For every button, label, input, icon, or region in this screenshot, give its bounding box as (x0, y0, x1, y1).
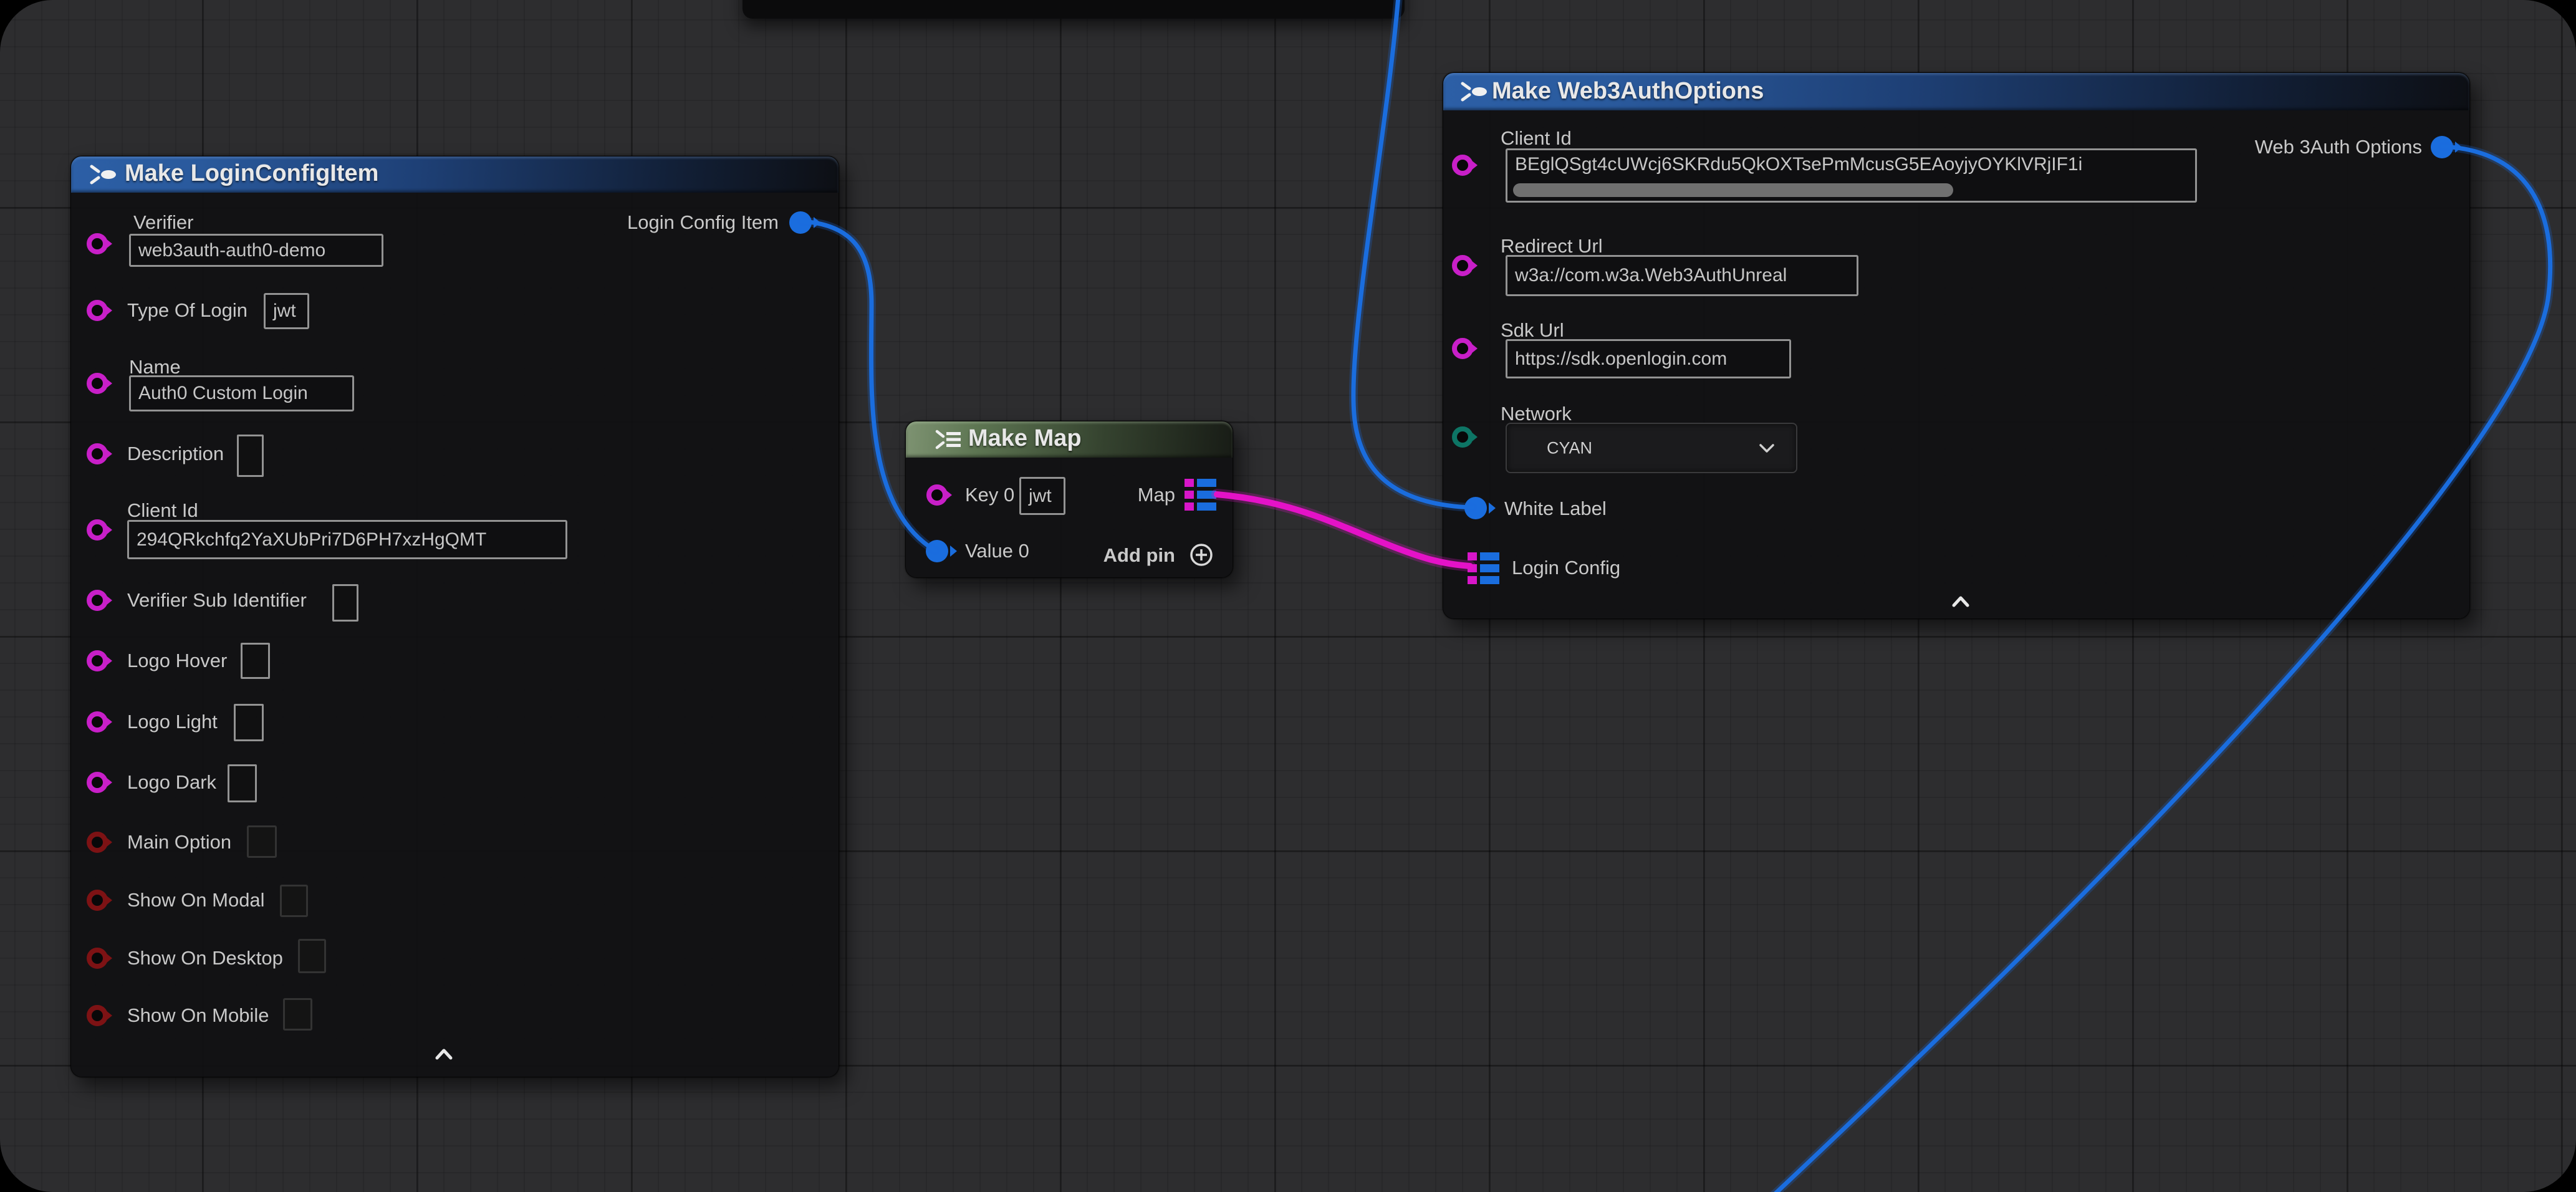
chevron-down-icon (1759, 443, 1775, 453)
blueprint-editor-screenshot: { "colors": { "wire_blue": "#1a6dde", "w… (0, 0, 2576, 1192)
pin-show-on-desktop[interactable] (87, 948, 108, 969)
pin-login-config-item-output[interactable] (789, 211, 812, 234)
node-title: Make Map (968, 425, 1082, 452)
pin-label-client-id: Client Id (1501, 126, 1572, 151)
network-dropdown-value: CYAN (1547, 438, 1592, 458)
node-header[interactable]: Make Map (906, 421, 1233, 458)
key-0-textbox[interactable]: jwt (1019, 477, 1065, 515)
pin-label-main-option: Main Option (127, 830, 231, 855)
graph-canvas[interactable]: Make LoginConfigItem Verifier web3auth-a… (0, 0, 2576, 1192)
client-id-textbox[interactable]: 294QRkchfq2YaXUbPri7D6PH7xzHgQMT (127, 520, 567, 559)
main-option-checkbox[interactable] (247, 825, 277, 858)
pin-label-verifier-sub-identifier: Verifier Sub Identifier (127, 588, 307, 613)
show-on-desktop-checkbox[interactable] (298, 939, 326, 973)
sdk-url-textbox[interactable]: https://sdk.openlogin.com (1506, 339, 1791, 378)
node-title: Make LoginConfigItem (125, 160, 378, 187)
pin-label-logo-light: Logo Light (127, 709, 218, 734)
pin-logo-light[interactable] (87, 711, 108, 733)
pin-value-0[interactable] (926, 540, 948, 562)
pin-label-verifier: Verifier (133, 210, 193, 235)
pin-client-id[interactable] (87, 519, 108, 541)
pin-redirect-url[interactable] (1452, 255, 1473, 276)
make-struct-icon (1459, 81, 1488, 105)
offscreen-node-bottom[interactable] (743, 0, 1405, 19)
pin-label-value-0: Value 0 (965, 539, 1029, 564)
pin-label-client-id: Client Id (127, 498, 198, 523)
pin-show-on-mobile[interactable] (87, 1005, 108, 1026)
pin-key-0[interactable] (926, 484, 948, 506)
logo-light-textbox[interactable] (234, 704, 264, 741)
pin-logo-hover[interactable] (87, 650, 108, 671)
pin-label-logo-dark: Logo Dark (127, 770, 216, 795)
network-dropdown[interactable]: CYAN (1506, 423, 1797, 473)
pin-label-show-on-modal: Show On Modal (127, 888, 265, 913)
node-header[interactable]: Make Web3AuthOptions (1443, 73, 2469, 110)
pin-label-white-label: White Label (1504, 496, 1607, 521)
pin-logo-dark[interactable] (87, 772, 108, 793)
pin-label-show-on-desktop: Show On Desktop (127, 946, 283, 971)
add-pin-label[interactable]: Add pin (1103, 543, 1175, 568)
description-textbox[interactable] (237, 435, 264, 477)
pin-label-key-0: Key 0 (965, 483, 1014, 507)
node-header[interactable]: Make LoginConfigItem (71, 156, 839, 193)
pin-main-option[interactable] (87, 832, 108, 853)
pin-verifier-sub-identifier[interactable] (87, 590, 108, 611)
pin-white-label[interactable] (1464, 497, 1487, 519)
pin-label-logo-hover: Logo Hover (127, 648, 227, 673)
pin-network[interactable] (1452, 426, 1473, 448)
pin-login-config[interactable] (1468, 552, 1499, 584)
pin-label-show-on-mobile: Show On Mobile (127, 1003, 269, 1028)
collapse-chevron-icon[interactable] (435, 1048, 453, 1064)
pin-label-description: Description (127, 441, 224, 466)
pin-label-type-of-login: Type Of Login (127, 298, 248, 323)
pin-verifier[interactable] (87, 233, 108, 254)
name-textbox[interactable]: Auth0 Custom Login (129, 375, 354, 411)
make-map-icon (935, 429, 962, 453)
node-title: Make Web3AuthOptions (1492, 78, 1764, 105)
logo-hover-textbox[interactable] (241, 643, 270, 679)
logo-dark-textbox[interactable] (228, 764, 257, 802)
pin-web3auth-options-output[interactable] (2431, 136, 2453, 158)
pin-client-id[interactable] (1452, 155, 1473, 176)
type-of-login-textbox[interactable]: jwt (264, 293, 309, 329)
make-struct-icon (89, 164, 117, 188)
pin-sdk-url[interactable] (1452, 338, 1473, 359)
verifier-sub-textbox[interactable] (332, 584, 358, 622)
pin-show-on-modal[interactable] (87, 890, 108, 911)
pin-label-login-config-item: Login Config Item (627, 210, 779, 235)
pin-label-map: Map (1138, 483, 1175, 507)
client-id-scrollbar[interactable] (1513, 183, 1953, 197)
verifier-textbox[interactable]: web3auth-auth0-demo (129, 234, 383, 267)
wire-map-to-login-config[interactable] (1217, 494, 1470, 566)
collapse-chevron-icon[interactable] (1951, 595, 1970, 611)
pin-map-output[interactable] (1185, 479, 1216, 511)
pin-label-web3auth-options: Web 3Auth Options (2255, 135, 2422, 160)
node-make-map[interactable]: Make Map Key 0 jwt Map Value 0 Add pin (905, 421, 1233, 578)
redirect-url-textbox[interactable]: w3a://com.w3a.Web3AuthUnreal (1506, 255, 1858, 296)
show-on-mobile-checkbox[interactable] (283, 998, 312, 1031)
pin-label-login-config: Login Config (1512, 555, 1620, 580)
pin-description[interactable] (87, 443, 108, 464)
pin-type-of-login[interactable] (87, 300, 108, 321)
node-make-web3authoptions[interactable]: Make Web3AuthOptions Client Id BEglQSgt4… (1443, 72, 2470, 619)
show-on-modal-checkbox[interactable] (280, 885, 308, 917)
pin-name[interactable] (87, 373, 108, 394)
node-make-loginconfigitem[interactable]: Make LoginConfigItem Verifier web3auth-a… (70, 156, 839, 1077)
add-pin-icon[interactable] (1188, 541, 1215, 572)
